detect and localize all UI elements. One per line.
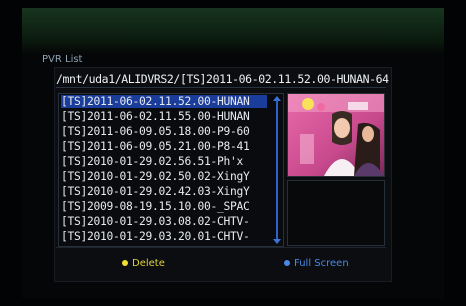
list-item[interactable]: [TS]2011-06-09.05.21.00-P8-41 [61,140,267,153]
scroll-track[interactable] [276,100,278,240]
preview-frame [288,94,384,176]
list-item[interactable]: [TS]2010-01-29.02.56.51-Ph'x [61,155,267,168]
footer-bar: Delete Full Screen [56,253,386,275]
list-scrollbar[interactable] [273,96,281,244]
full-screen-label: Full Screen [294,258,349,269]
list-item[interactable]: [TS]2010-01-29.02.50.02-XingY [61,170,267,183]
recording-info-box [287,180,385,246]
list-item[interactable]: [TS]2010-01-29.03.08.02-CHTV- [61,215,267,228]
yellow-key-icon [122,260,128,266]
delete-label: Delete [132,258,165,269]
file-path: /mnt/uda1/ALIDVRS2/[TS]2011-06-02.11.52.… [56,72,389,88]
blue-key-icon [284,260,290,266]
list-item[interactable]: [TS]2011-06-02.11.55.00-HUNAN [61,110,267,123]
recording-list[interactable]: [TS]2011-06-02.11.52.00-HUNAN [TS]2011-0… [58,93,284,247]
list-item[interactable]: [TS]2011-06-02.11.52.00-HUNAN [61,95,267,108]
list-item[interactable]: [TS]2010-01-29.03.20.01-CHTV- [61,230,267,243]
page-title: PVR List [42,54,83,65]
delete-button[interactable]: Delete [122,258,165,269]
scroll-down-icon[interactable] [273,239,281,244]
full-screen-button[interactable]: Full Screen [284,258,349,269]
divider [56,247,386,248]
list-item[interactable]: [TS]2011-06-09.05.18.00-P9-60 [61,125,267,138]
list-item[interactable]: [TS]2009-08-19.15.10.00-_SPAC [61,200,267,213]
list-item[interactable]: [TS]2010-01-29.02.42.03-XingY [61,185,267,198]
header-band [22,8,444,54]
video-preview [287,93,385,177]
